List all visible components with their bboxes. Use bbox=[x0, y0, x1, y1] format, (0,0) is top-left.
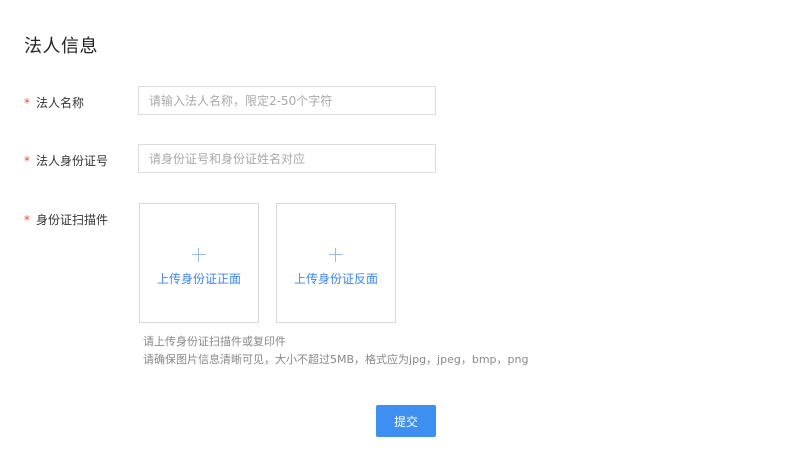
name-label: 法人名称 bbox=[36, 96, 85, 110]
id-number-input[interactable] bbox=[138, 144, 436, 173]
name-row-label: * 法人名称 bbox=[24, 94, 84, 111]
plus-icon bbox=[329, 247, 343, 262]
plus-icon bbox=[192, 247, 206, 262]
id-number-row-label: * 法人身份证号 bbox=[24, 152, 108, 169]
submit-button[interactable]: 提交 bbox=[376, 405, 436, 437]
upload-id-back-button[interactable]: 上传身份证反面 bbox=[276, 203, 396, 323]
upload-hint-line-1: 请上传身份证扫描件或复印件 bbox=[143, 335, 286, 348]
upload-hint-line-2: 请确保图片信息清晰可见，大小不超过5MB，格式应为jpg，jpeg，bmp，pn… bbox=[143, 353, 529, 366]
id-number-label: 法人身份证号 bbox=[36, 154, 109, 168]
id-scan-row-label: * 身份证扫描件 bbox=[24, 211, 108, 228]
required-mark: * bbox=[24, 154, 30, 168]
required-mark: * bbox=[24, 96, 30, 110]
id-scan-label: 身份证扫描件 bbox=[36, 213, 109, 227]
required-mark: * bbox=[24, 213, 30, 227]
legal-person-name-input[interactable] bbox=[138, 86, 436, 115]
upload-id-front-button[interactable]: 上传身份证正面 bbox=[139, 203, 259, 323]
upload-id-front-label: 上传身份证正面 bbox=[156, 271, 241, 286]
upload-id-back-label: 上传身份证反面 bbox=[293, 271, 378, 286]
page-title: 法人信息 bbox=[24, 36, 98, 57]
